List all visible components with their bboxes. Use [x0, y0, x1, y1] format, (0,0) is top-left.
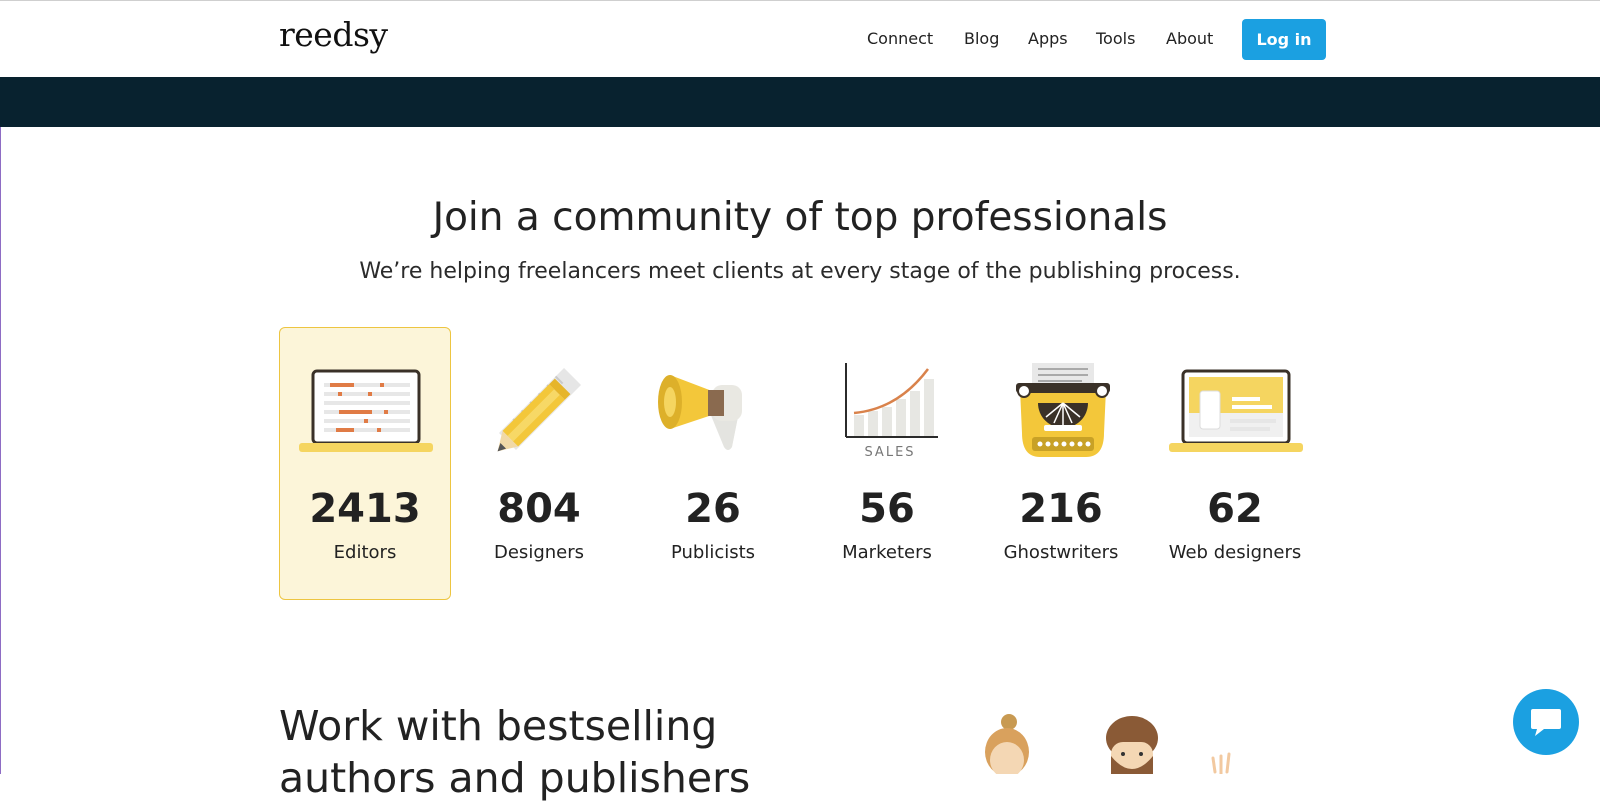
designers-count: 804 — [497, 486, 581, 532]
hero-banner-strip — [0, 77, 1600, 127]
editors-count: 2413 — [309, 486, 421, 532]
category-card-designers[interactable]: 804 Designers — [453, 327, 625, 600]
web-designers-label: Web designers — [1168, 542, 1302, 563]
category-card-ghostwriters[interactable]: 216 Ghostwriters — [975, 327, 1147, 600]
section-subtitle: We’re helping freelancers meet clients a… — [359, 259, 1241, 284]
sales-chart-icon: SALES — [845, 363, 938, 460]
ghostwriters-label: Ghostwriters — [1003, 542, 1119, 563]
nav-tools[interactable]: Tools — [1096, 29, 1135, 48]
category-card-editors[interactable]: 2413 Editors — [279, 327, 451, 600]
marketers-label: Marketers — [842, 542, 932, 563]
people-illustration — [985, 714, 1231, 774]
reedsy-logo[interactable]: reedsy — [279, 15, 388, 54]
category-card-publicists[interactable]: 26 Publicists — [627, 327, 799, 600]
laptop-edit-icon — [299, 369, 433, 452]
designers-label: Designers — [494, 542, 584, 563]
pencil-ruler-icon — [497, 367, 582, 452]
nav-blog[interactable]: Blog — [964, 29, 999, 48]
chat-button[interactable] — [1513, 689, 1579, 755]
work-title-line1: Work with bestselling — [279, 702, 718, 750]
work-section-title: Work with bestselling authors and publis… — [279, 700, 750, 804]
chat-icon — [1531, 709, 1561, 736]
category-card-marketers[interactable]: SALES 56 Marketers — [801, 327, 973, 600]
nav-about[interactable]: About — [1166, 29, 1213, 48]
editors-label: Editors — [333, 542, 397, 563]
sales-label: SALES — [864, 445, 915, 460]
top-navigation-bar: reedsy Connect Blog Apps Tools About Log… — [0, 0, 1600, 77]
ghostwriters-count: 216 — [1019, 486, 1103, 532]
work-title-line2: authors and publishers — [279, 754, 751, 802]
web-designers-count: 62 — [1207, 486, 1263, 532]
nav-connect[interactable]: Connect — [867, 29, 933, 48]
login-button[interactable]: Log in — [1242, 19, 1326, 60]
marketers-count: 56 — [859, 486, 915, 532]
section-title: Join a community of top professionals — [432, 195, 1168, 240]
publicists-label: Publicists — [670, 542, 756, 563]
category-card-web-designers[interactable]: 62 Web designers — [1149, 327, 1321, 600]
publicists-count: 26 — [685, 486, 741, 532]
megaphone-icon — [658, 375, 742, 450]
laptop-web-icon — [1169, 369, 1303, 452]
typewriter-icon — [1016, 363, 1110, 457]
nav-apps[interactable]: Apps — [1028, 29, 1068, 48]
